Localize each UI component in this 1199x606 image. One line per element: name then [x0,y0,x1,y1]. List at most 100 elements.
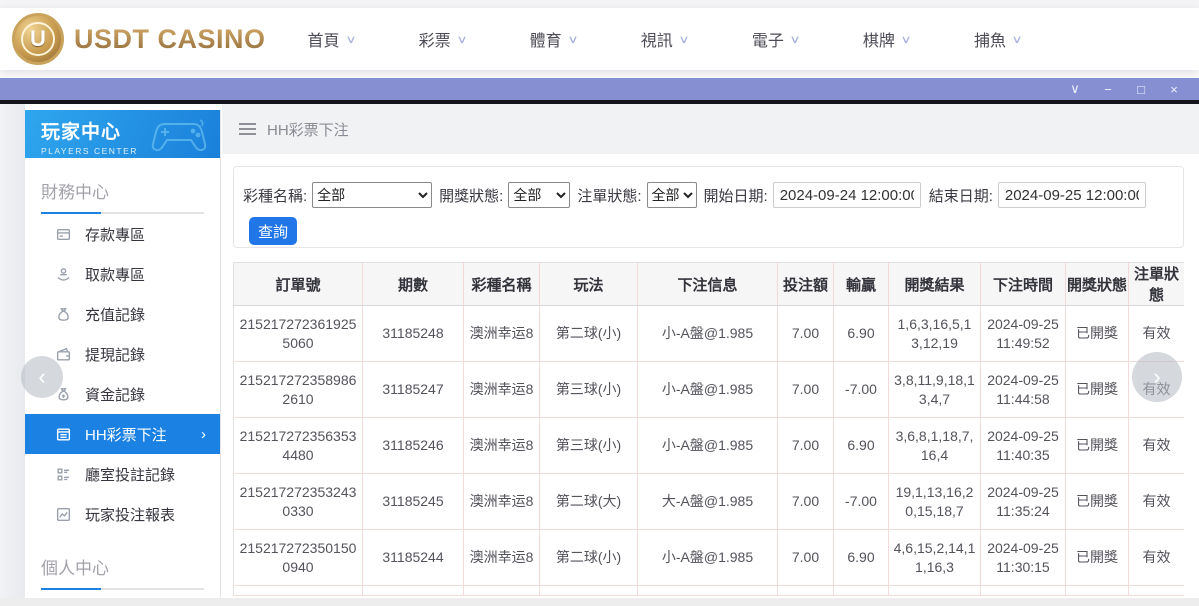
sidebar-item-label: 充值記錄 [85,306,146,324]
top-strip [0,0,1199,8]
table-row-partial [233,585,1184,596]
table-row: 2152172723532430330 31185245 澳洲幸运8 第二球(大) 大-… [233,473,1184,530]
table-cell-empty [233,585,363,596]
table-cell: 2152172723563534480 [233,417,363,474]
breadcrumb: HH彩票下注 [222,104,1199,154]
table-cell-empty [1128,585,1184,596]
lottery-name-select[interactable]: 全部 [312,182,433,208]
column-header-3: 玩法 [539,262,638,306]
nav-item-label: 首頁 [307,33,340,50]
nav-item-2[interactable]: 體育 ∨ [529,27,579,51]
table-cell: -7.00 [833,361,889,418]
recharge-icon [58,307,69,321]
gamepad-icon [151,119,207,152]
brand-logo[interactable]: U USDT CASINO [0,13,266,65]
table-cell: 已開獎 [1065,305,1129,362]
table-row: 2152172723501500940 31185244 澳洲幸运8 第二球(小) 小-… [233,529,1184,586]
column-header-8: 下注時間 [980,262,1066,306]
filter-panel: 彩種名稱: 全部 開獎狀態: 全部 注單狀態: 全部 開始日期: 結束日期: 查… [233,166,1184,248]
column-header-7: 開獎結果 [888,262,981,306]
top-navbar: U USDT CASINO 首頁 ∨ 彩票 ∨ 體育 ∨ 視訊 ∨ 電子 ∨ 棋牌 ∨ 捕魚 ∨ [0,8,1199,70]
nav-item-3[interactable]: 視訊 ∨ [641,27,690,51]
table-cell: 31185248 [362,305,464,362]
table-cell: 澳洲幸运8 [463,417,540,474]
order-status-select[interactable]: 全部 [646,182,697,208]
sidebar-item-0-1[interactable]: 取款專區 [25,254,220,294]
table-cell: 2152172723589862610 [233,361,363,418]
sidebar-collapse-button[interactable]: ‹ [21,356,63,398]
window-minimize-icon[interactable]: − [1100,82,1116,97]
window-chevron-down-icon[interactable]: ∨ [1067,81,1083,97]
brand-name: USDT CASINO [74,23,266,54]
table-cell: 7.00 [777,473,834,530]
nav-item-6[interactable]: 捕魚 ∨ [973,27,1023,51]
table-cell-empty [833,585,889,596]
table-cell: 2024-09-25 11:49:52 [980,305,1066,362]
table-cell: 第二球(大) [539,473,638,530]
sidebar-item-0-0[interactable]: 存款專區 [25,214,220,254]
table-cell: 小-A盤@1.985 [637,417,778,474]
table-cell: 4,6,15,2,14,11,16,3 [888,529,981,586]
coin-letter: U [21,22,55,56]
nav-item-5[interactable]: 棋牌 ∨ [863,27,912,51]
hamburger-menu-icon[interactable] [239,123,256,135]
table-cell: 2024-09-25 11:40:35 [980,417,1066,474]
window-close-icon[interactable]: × [1166,82,1182,97]
table-cell: 2024-09-25 11:44:58 [980,361,1066,418]
sidebar-section-title: 財務中心 [41,183,109,202]
column-header-9: 開獎狀態 [1065,262,1129,306]
table-cell: 31185247 [362,361,464,418]
nav-item-label: 體育 [529,33,562,50]
nav-item-0[interactable]: 首頁 ∨ [307,27,357,51]
chevron-down-icon: ∨ [678,33,690,46]
sidebar-item-0-2[interactable]: 充值記錄 [25,294,220,334]
sidebar: 玩家中心 PLAYERS CENTER 財務中心 存款專區 取款專區 充值記錄 提現記錄… [25,110,221,606]
panel-expand-button[interactable]: › [1132,352,1182,402]
main-panel: HH彩票下注 彩種名稱: 全部 開獎狀態: 全部 注單狀態: 全部 開始日期: … [222,104,1199,598]
table-cell: 澳洲幸运8 [463,529,540,586]
query-button[interactable]: 查詢 [249,217,297,245]
table-cell: 7.00 [777,417,834,474]
table-cell: 大-A盤@1.985 [637,473,778,530]
lottery-icon [56,427,71,441]
table-cell: 2152172723532430330 [233,473,363,530]
chevron-down-icon: ∨ [567,33,579,46]
table-header-row: 訂單號 期數 彩種名稱 玩法 下注信息 投注額 輸贏 開獎結果 下注時間 開獎狀態 注單狀態 [233,262,1184,306]
horizontal-scrollbar[interactable] [0,598,1199,606]
start-date-input[interactable] [772,182,921,208]
table-cell: 澳洲幸运8 [463,305,540,362]
hall-records-icon [57,467,69,481]
chevron-down-icon: ∨ [344,33,357,46]
nav-item-label: 彩票 [418,33,451,50]
sidebar-item-label: 提現記錄 [85,346,146,364]
table-cell: 已開獎 [1065,529,1129,586]
nav-item-4[interactable]: 電子 ∨ [752,27,801,51]
table-cell: 31185246 [362,417,464,474]
column-header-0: 訂單號 [233,262,363,306]
sidebar-item-0-6[interactable]: 廳室投註記錄 [25,454,220,494]
sidebar-item-label: 廳室投註記錄 [85,466,176,484]
lottery-name-label: 彩種名稱: [243,187,308,205]
table-cell-empty [362,585,464,596]
cashout-icon [56,347,71,361]
table-cell: 有效 [1128,417,1184,474]
withdraw-icon [57,267,70,281]
table-row: 2152172723563534480 31185246 澳洲幸运8 第三球(小) 小-… [233,417,1184,474]
report-icon [56,507,71,521]
table-cell: 第二球(小) [539,305,638,362]
sidebar-item-label: 存款專區 [85,226,146,244]
table-cell: 7.00 [777,361,834,418]
nav-item-1[interactable]: 彩票 ∨ [418,27,468,51]
table-cell: 已開獎 [1065,417,1129,474]
draw-status-select[interactable]: 全部 [508,182,571,208]
sidebar-item-0-7[interactable]: 玩家投注報表 [25,494,220,534]
start-date-label: 開始日期: [703,187,768,205]
table-cell: 2024-09-25 11:30:15 [980,529,1066,586]
end-date-input[interactable] [997,182,1146,208]
nav-item-label: 捕魚 [973,33,1006,50]
table-cell: 澳洲幸运8 [463,473,540,530]
table-cell: -7.00 [833,473,889,530]
window-maximize-icon[interactable]: □ [1133,82,1149,97]
sidebar-item-0-5[interactable]: HH彩票下注 › [25,414,220,454]
window-titlebar: ∨ − □ × [0,78,1199,100]
